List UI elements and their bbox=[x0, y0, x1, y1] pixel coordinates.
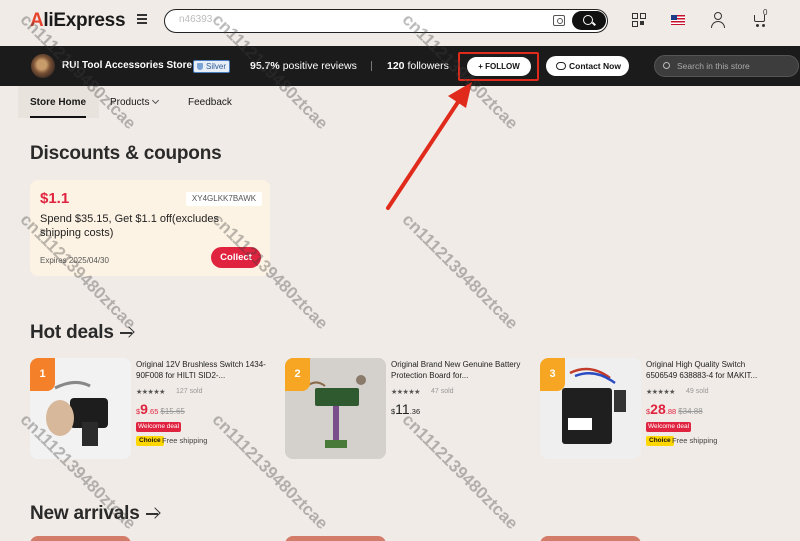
contact-now-button[interactable]: Contact Now bbox=[546, 56, 629, 76]
product-price: $28.88 $34.88 bbox=[646, 401, 703, 417]
original-price: $15.65 bbox=[160, 407, 185, 416]
star-rating: ★★★★★ bbox=[646, 389, 675, 396]
new-arrival-card[interactable] bbox=[30, 536, 131, 541]
menu-icon[interactable] bbox=[137, 14, 147, 26]
product-card[interactable]: 3 Original High Quality Switch 6506549 6… bbox=[540, 358, 785, 460]
original-price: $34.88 bbox=[678, 407, 703, 416]
star-rating: ★★★★★ bbox=[136, 389, 165, 396]
search-icon bbox=[663, 62, 670, 69]
annotation-arrow bbox=[386, 82, 472, 210]
rank-badge: 2 bbox=[285, 358, 310, 391]
tab-products-label: Products bbox=[110, 97, 150, 108]
rank-badge: 1 bbox=[30, 358, 55, 391]
rating-value: 95.7% bbox=[250, 60, 280, 72]
cart-icon[interactable]: 0 bbox=[752, 8, 768, 28]
arrow-right-icon bbox=[119, 326, 134, 338]
store-name[interactable]: RUI Tool Accessories Store bbox=[62, 60, 192, 71]
product-title[interactable]: Original Brand New Genuine Battery Prote… bbox=[391, 359, 523, 381]
coupon-description: Spend $35.15, Get $1.1 off(excludes ship… bbox=[40, 213, 219, 239]
new-arrivals-heading[interactable]: New arrivals bbox=[30, 503, 160, 525]
price-dec: .88 bbox=[665, 407, 677, 416]
search-bar[interactable]: n46393 bbox=[164, 9, 608, 33]
choice-badge: Choice bbox=[136, 436, 164, 446]
store-level-badge: Silver bbox=[193, 60, 231, 73]
rating-label: positive reviews bbox=[282, 60, 357, 72]
chat-icon bbox=[556, 62, 566, 70]
aliexpress-logo[interactable]: AliExpress bbox=[30, 10, 126, 32]
collect-button[interactable]: Collect bbox=[211, 247, 261, 268]
coupon-code[interactable]: XY4GLKK7BAWK bbox=[186, 192, 262, 206]
followers-label: followers bbox=[407, 60, 449, 72]
store-search-placeholder: Search in this store bbox=[677, 61, 750, 71]
free-shipping-label: Free shipping bbox=[162, 436, 208, 445]
free-shipping-label: Free shipping bbox=[672, 436, 718, 445]
coupon-expiry: Expires 2025/04/30 bbox=[40, 256, 109, 265]
product-card[interactable]: 2 Original Brand New Genuine Battery Pro… bbox=[285, 358, 530, 460]
product-image[interactable]: 2 bbox=[285, 358, 386, 459]
cart-count: 0 bbox=[763, 8, 768, 17]
coupon-amount: $1.1 bbox=[40, 190, 70, 207]
search-button[interactable] bbox=[572, 11, 606, 30]
product-image[interactable]: 3 bbox=[540, 358, 641, 459]
us-flag-icon[interactable] bbox=[671, 15, 685, 25]
price-int: 28 bbox=[650, 401, 666, 417]
logo-text: liExpress bbox=[43, 10, 126, 31]
sold-count: 47 sold bbox=[431, 388, 454, 395]
divider bbox=[371, 61, 372, 71]
discounts-heading: Discounts & coupons bbox=[30, 143, 222, 164]
camera-search-icon[interactable] bbox=[553, 15, 565, 26]
welcome-deal-badge: Welcome deal bbox=[136, 422, 182, 432]
product-title[interactable]: Original High Quality Switch 6506549 638… bbox=[646, 359, 778, 381]
store-avatar[interactable] bbox=[31, 54, 55, 78]
coupon-card: $1.1 XY4GLKK7BAWK Spend $35.15, Get $1.1… bbox=[30, 180, 270, 276]
hot-deals-heading[interactable]: Hot deals bbox=[30, 322, 134, 344]
star-rating: ★★★★★ bbox=[391, 389, 420, 396]
new-arrival-card[interactable] bbox=[540, 536, 641, 541]
product-price: $11.36 bbox=[391, 401, 420, 417]
price-dec: .36 bbox=[409, 407, 421, 416]
chevron-down-icon bbox=[152, 96, 160, 105]
sold-count: 127 sold bbox=[176, 388, 203, 395]
price-int: 9 bbox=[140, 401, 148, 417]
welcome-deal-badge: Welcome deal bbox=[646, 422, 692, 432]
contact-label: Contact Now bbox=[569, 61, 621, 71]
follow-button[interactable]: + FOLLOW bbox=[467, 57, 531, 76]
store-search-input[interactable]: Search in this store bbox=[654, 55, 799, 77]
price-int: 11 bbox=[395, 401, 410, 417]
tab-store-home[interactable]: Store Home bbox=[18, 86, 99, 118]
store-rating: 95.7% positive reviews bbox=[250, 60, 357, 72]
new-arrivals-label: New arrivals bbox=[30, 503, 140, 524]
arrow-right-icon bbox=[145, 507, 160, 519]
product-image[interactable]: 1 bbox=[30, 358, 131, 459]
rank-badge: 3 bbox=[540, 358, 565, 391]
top-header: AliExpress n46393 0 bbox=[0, 0, 800, 45]
product-price: $9.65 $15.65 bbox=[136, 401, 185, 417]
user-account-icon[interactable] bbox=[710, 12, 725, 29]
qr-code-icon[interactable] bbox=[632, 13, 647, 28]
watermark-text: cn1112139480ztcae bbox=[398, 210, 522, 334]
choice-badge: Choice bbox=[646, 436, 674, 446]
hot-deals-label: Hot deals bbox=[30, 322, 114, 343]
tab-feedback[interactable]: Feedback bbox=[188, 97, 232, 108]
followers-count: 120 bbox=[387, 60, 405, 72]
new-arrival-card[interactable] bbox=[285, 536, 386, 541]
store-followers: 120 followers bbox=[387, 60, 449, 72]
product-title[interactable]: Original 12V Brushless Switch 1434-90F00… bbox=[136, 359, 268, 381]
sold-count: 49 sold bbox=[686, 388, 709, 395]
price-dec: .65 bbox=[147, 407, 159, 416]
product-card[interactable]: 1 Original 12V Brushless Switch 1434-90F… bbox=[30, 358, 275, 460]
tab-products[interactable]: Products bbox=[110, 96, 160, 108]
search-input[interactable]: n46393 bbox=[179, 14, 212, 25]
